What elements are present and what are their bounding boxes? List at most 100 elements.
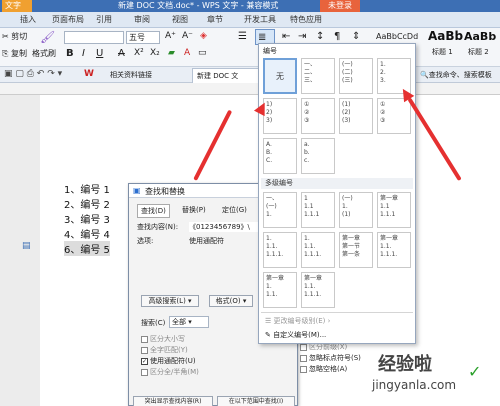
subscript-button[interactable]: X₂ [150,48,160,58]
whole-word-checkbox[interactable]: 全字匹配(Y) [141,345,188,355]
options-label: 选项: [137,237,154,245]
strikethrough-button[interactable]: A [118,48,125,59]
multilevel-option[interactable]: 第一章 1.1. 1.1.1. [301,272,335,308]
tab-goto[interactable]: 定位(G) [219,204,250,216]
change-level-item[interactable]: ☰ 更改编号级别(E) › [265,316,330,326]
multilevel-option[interactable]: 1 1.1 1.1.1 [301,192,335,228]
font-color-icon[interactable]: A [184,48,190,58]
numbering-option[interactable]: (一) (二) (三) [339,58,373,94]
numbering-option[interactable]: A. B. C. [263,138,297,174]
underline-button[interactable]: U [96,48,103,59]
clear-format-icon[interactable]: ◈ [200,31,207,41]
brush-icon[interactable]: 🖌 [40,30,55,44]
list-item[interactable]: 1、编号 1 [64,181,110,196]
custom-numbering-item[interactable]: ✎ 自定义编号(M)... [265,330,326,340]
multilevel-option[interactable]: 1. 1.1. 1.1.1. [263,232,297,268]
command-search[interactable]: 🔍查找命令、搜索模板 [420,70,492,80]
scissors-icon: ✂ [2,32,9,41]
superscript-button[interactable]: X² [134,48,144,58]
numbering-option[interactable]: ①②③ [377,98,411,134]
list-item[interactable]: 4、编号 4 [64,226,110,241]
style-heading-2[interactable]: AaBb [464,30,496,43]
numbering-dropdown: 编号 无 一、 二、 三、 (一) (二) (三) 1. 2. 3. 1) 2) 3) ①②③ … [258,43,416,344]
multilevel-option[interactable]: 第一章 1. 1.1. [263,272,297,308]
cut-button[interactable]: ✂ 剪切 [2,31,27,42]
numbering-option[interactable]: a. b. c. [301,138,335,174]
list-item[interactable]: 2、编号 2 [64,196,110,211]
multilevel-option[interactable]: 第一章 1.1 1.1.1 [377,192,411,228]
ribbon: ✂ 剪切 ⎘ 复制 格式刷 🖌 五号 A⁺ A⁻ ◈ B I U A X² X₂… [0,28,500,67]
search-icon: 🔍 [420,71,429,79]
shrink-font-icon[interactable]: A⁻ [182,31,193,41]
italic-button[interactable]: I [82,48,85,59]
font-size-select[interactable]: 五号 [126,31,160,44]
checkmark-logo-icon: ✓ [468,362,482,381]
dialog-logo-icon: ▣ [133,186,141,195]
match-case-checkbox[interactable]: 区分大小写 [141,334,185,344]
find-what-label: 查找内容(N): [137,223,179,231]
multilevel-option[interactable]: (一) 1. (1) [339,192,373,228]
tab-page-layout[interactable]: 页面布局 [52,14,84,25]
wps-logo-icon[interactable]: W [84,69,94,79]
char-shading-icon[interactable]: ▭ [198,48,207,58]
sort-icon[interactable]: ↕ [316,31,324,42]
bold-button[interactable]: B [66,48,74,59]
tab-related-links[interactable]: 相关资料链接 [110,70,152,80]
use-wildcards-checkbox[interactable]: ✓ 使用通配符(U) [141,356,196,366]
decrease-indent-icon[interactable]: ⇤ [282,31,290,42]
numbering-option[interactable]: ①②③ [301,98,335,134]
style-heading-1-label: 标题 1 [432,48,453,56]
paragraph-mark-icon[interactable]: ¶ [334,31,340,42]
multilevel-header: 多级编号 [261,178,413,189]
numbering-none[interactable]: 无 [263,58,297,94]
tab-current-document[interactable]: 新建 DOC 文 [192,68,264,83]
tab-view[interactable]: 视图 [172,14,188,25]
paragraph-handle-icon[interactable]: ▤ [22,241,31,251]
tab-references[interactable]: 引用 [96,14,112,25]
copy-button[interactable]: ⎘ 复制 [2,48,27,59]
numbering-header: 编号 [263,47,277,55]
login-button[interactable]: 未登录 [320,0,360,12]
tab-review[interactable]: 审阅 [134,14,150,25]
style-heading-1[interactable]: AaBb [428,29,463,43]
multilevel-option[interactable]: 一、 (一) 1. [263,192,297,228]
numbering-option[interactable]: (1) (2) (3) [339,98,373,134]
advanced-search-button[interactable]: 高级搜索(L) ▾ [141,295,199,307]
bullet-list-icon[interactable]: ☰ [238,31,247,42]
highlight-icon[interactable]: ▰ [168,48,175,58]
ignore-space-checkbox[interactable]: 忽略空格(A) [300,364,347,374]
style-heading-2-label: 标题 2 [468,48,489,56]
search-direction-label: 搜索(C) [141,319,166,327]
watermark-url: jingyanla.com [372,378,457,392]
format-painter-label: 格式刷 [32,49,56,58]
grow-font-icon[interactable]: A⁺ [165,31,176,41]
tab-insert[interactable]: 插入 [20,14,36,25]
dialog-title: 查找和替换 [145,187,185,196]
format-button[interactable]: 格式(O) ▾ [209,295,253,307]
multilevel-option[interactable]: 第一章 第一节 第一条 [339,232,373,268]
list-item[interactable]: 3、编号 3 [64,211,110,226]
full-half-width-checkbox[interactable]: 区分全/半角(M) [141,367,199,377]
app-menu-button[interactable]: 文字 [2,0,32,12]
numbering-option[interactable]: 一、 二、 三、 [301,58,335,94]
toolbar-quick-icons[interactable]: ▣ ▢ ⎙ ↶ ↷ ▾ [4,69,62,79]
tab-developer[interactable]: 开发工具 [244,14,276,25]
search-direction-select[interactable]: 全部 ▾ [169,316,209,328]
highlight-results-button[interactable]: 突出显示查找内容(R) [133,396,213,406]
find-in-button[interactable]: 在以下范围中查找(I) [217,396,295,406]
multilevel-option[interactable]: 第一章 1.1. 1.1.1. [377,232,411,268]
list-item[interactable]: 6、编号 5 [64,241,110,256]
ignore-punctuation-checkbox[interactable]: 忽略标点符号(S) [300,353,361,363]
tab-find[interactable]: 查找(D) [137,204,170,218]
font-name-select[interactable] [64,31,124,44]
line-spacing-icon[interactable]: ⇕ [352,31,360,42]
multilevel-option[interactable]: 1. 1.1. 1.1.1. [301,232,335,268]
tab-features[interactable]: 特色应用 [290,14,322,25]
tab-replace[interactable]: 替换(P) [179,204,209,216]
style-normal[interactable]: AaBbCcDd [376,32,418,41]
title-bar: 文字 新建 DOC 文档.doc* - WPS 文字 - 兼容模式 未登录 [0,0,500,12]
tab-section[interactable]: 章节 [207,14,223,25]
ruler[interactable] [0,83,500,95]
format-painter-button[interactable]: 格式刷 [32,48,56,59]
increase-indent-icon[interactable]: ⇥ [298,31,306,42]
